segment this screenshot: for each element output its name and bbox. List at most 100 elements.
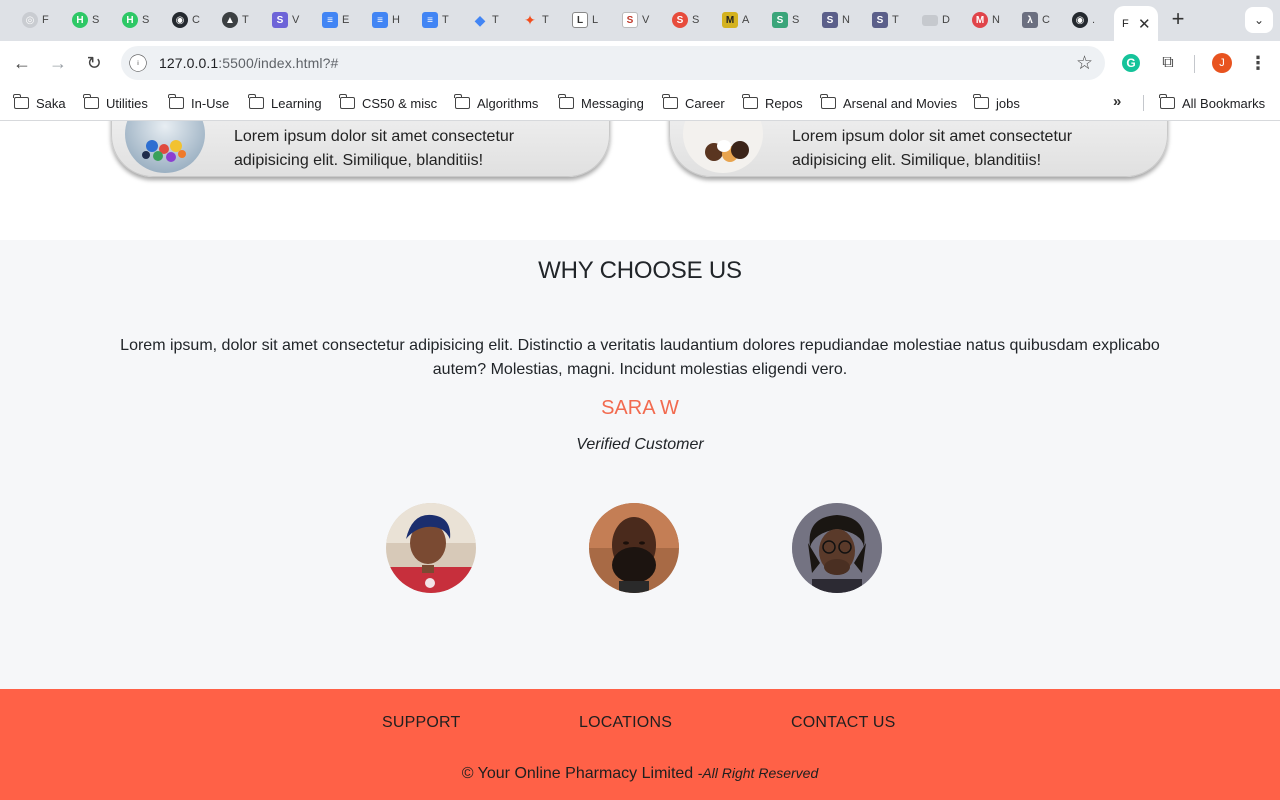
bookmark-folder[interactable]: jobs — [973, 94, 1020, 112]
m-icon: M — [722, 12, 738, 28]
browser-tab[interactable]: ≡ T — [410, 8, 452, 32]
browser-tab[interactable]: ◉ . — [1060, 8, 1102, 32]
bookmark-folder[interactable]: Messaging — [558, 94, 644, 112]
lambda-icon: λ — [1022, 12, 1038, 28]
bookmarks-bar: Saka Utilities In-Use Learning CS50 & mi… — [0, 85, 1280, 121]
extensions-puzzle-icon[interactable]: ⧉ — [1157, 52, 1179, 74]
bookmark-folder[interactable]: Algorithms — [454, 94, 538, 112]
bookmark-folder[interactable]: Arsenal and Movies — [820, 94, 957, 112]
bookmark-folder[interactable]: Saka — [13, 94, 66, 112]
folder-icon — [558, 94, 574, 109]
browser-tab[interactable]: S S — [760, 8, 802, 32]
customer-name: SARA W — [601, 397, 679, 419]
browser-tab[interactable]: H S — [110, 8, 152, 32]
browser-tab[interactable]: ◎ F — [10, 8, 52, 32]
footer-link-locations[interactable]: LOCATIONS — [579, 714, 672, 732]
browser-tab[interactable]: M A — [710, 8, 752, 32]
all-bookmarks-button[interactable]: All Bookmarks — [1159, 94, 1265, 112]
hackerrank-icon: H — [72, 12, 88, 28]
browser-tab[interactable]: λ C — [1010, 8, 1052, 32]
tab-title: S — [692, 14, 700, 26]
browser-tab[interactable]: D — [910, 8, 952, 32]
url-text[interactable]: 127.0.0.1:5500/index.html?# — [159, 55, 338, 71]
tab-title: F — [42, 14, 49, 26]
s-icon: S — [822, 12, 838, 28]
tab-title: L — [592, 14, 599, 26]
bookmark-folder[interactable]: Utilities — [83, 94, 148, 112]
github-icon: ◉ — [172, 12, 188, 28]
bookmark-folder[interactable]: Learning — [248, 94, 322, 112]
bookmarks-overflow-button[interactable]: » — [1113, 93, 1121, 110]
browser-tab[interactable]: ◉ C — [160, 8, 202, 32]
address-bar[interactable]: i 127.0.0.1:5500/index.html?# ☆ — [121, 46, 1105, 80]
footer-link-contact-us[interactable]: CONTACT US — [791, 714, 896, 732]
tab-search-button[interactable]: ⌄ — [1245, 7, 1273, 33]
tab-title: T — [542, 14, 549, 26]
browser-tab[interactable]: L L — [560, 8, 602, 32]
tab-title: S — [92, 14, 100, 26]
copyright-notice: © Your Online Pharmacy Limited -All Righ… — [0, 765, 1280, 783]
footer-link-support[interactable]: SUPPORT — [382, 714, 460, 732]
browser-tab-active[interactable]: F ✕ — [1114, 6, 1158, 41]
tab-title: N — [842, 14, 850, 26]
browser-tab[interactable]: ◆ T — [460, 8, 502, 32]
bookmark-folder[interactable]: CS50 & misc — [339, 94, 437, 112]
more-menu-icon[interactable]: ⋮ — [1247, 52, 1269, 74]
services-section: Lorem ipsum dolor sit amet consectetur a… — [0, 121, 1280, 240]
customer-avatar[interactable] — [792, 503, 882, 593]
browser-tab[interactable]: S V — [260, 8, 302, 32]
reload-button[interactable]: ↻ — [80, 49, 108, 77]
bookmark-star-icon[interactable]: ☆ — [1076, 52, 1093, 75]
url-path: :5500/index.html?# — [218, 55, 339, 71]
browser-tab[interactable]: ≡ H — [360, 8, 402, 32]
browser-tab[interactable]: M N — [960, 8, 1002, 32]
tab-strip: ◎ F H S H S ◉ C ▲ T S V ≡ E ≡ H ≡ T ◆ T … — [0, 0, 1280, 41]
folder-icon — [820, 94, 836, 109]
bookmark-folder[interactable]: Career — [662, 94, 725, 112]
bookmarks-divider — [1143, 95, 1144, 111]
tab-title: H — [392, 14, 400, 26]
arrow-right-icon: → — [49, 52, 67, 73]
browser-tab[interactable]: H S — [60, 8, 102, 32]
site-footer: SUPPORT LOCATIONS CONTACT US © Your Onli… — [0, 689, 1280, 800]
forward-button[interactable]: → — [44, 49, 72, 77]
tab-title: T — [242, 14, 249, 26]
folder-icon — [742, 94, 758, 109]
browser-tab[interactable]: ≡ E — [310, 8, 352, 32]
diamond-icon: ◆ — [474, 11, 486, 28]
customer-role: Verified Customer — [576, 436, 704, 453]
browser-tab[interactable]: S V — [610, 8, 652, 32]
browser-tab[interactable]: S T — [860, 8, 902, 32]
docs-icon: ≡ — [422, 12, 438, 28]
service-description: Lorem ipsum dolor sit amet consectetur a… — [792, 128, 1073, 169]
s-icon: S — [272, 12, 288, 28]
tab-title: S — [142, 14, 150, 26]
bookmark-folder[interactable]: In-Use — [168, 94, 229, 112]
capsules-image — [682, 121, 764, 174]
browser-tab[interactable]: S S — [660, 8, 702, 32]
tab-title: T — [492, 14, 499, 26]
testimonial-text: Lorem ipsum, dolor sit amet consectetur … — [120, 337, 1160, 378]
customer-avatar[interactable] — [589, 503, 679, 593]
folder-icon — [1159, 94, 1175, 109]
triangle-icon: ▲ — [222, 12, 238, 28]
service-description: Lorem ipsum dolor sit amet consectetur a… — [234, 128, 515, 169]
info-icon[interactable]: i — [129, 54, 147, 72]
hackerrank-icon: H — [122, 12, 138, 28]
browser-tab[interactable]: ▲ T — [210, 8, 252, 32]
folder-icon — [13, 94, 29, 109]
browser-tab[interactable]: S N — [810, 8, 852, 32]
profile-avatar[interactable]: J — [1212, 53, 1232, 73]
s-icon: S — [872, 12, 888, 28]
back-button[interactable]: ← — [8, 49, 36, 77]
browser-tab[interactable]: ✦ T — [510, 8, 552, 32]
customer-avatar[interactable] — [386, 503, 476, 593]
grammarly-extension-icon[interactable]: G — [1122, 54, 1140, 72]
s-icon: S — [672, 12, 688, 28]
service-card: Lorem ipsum dolor sit amet consectetur a… — [111, 121, 610, 177]
tab-title: V — [292, 14, 300, 26]
bookmark-folder[interactable]: Repos — [742, 94, 803, 112]
openai-icon: ◎ — [22, 12, 38, 28]
close-icon[interactable]: ✕ — [1138, 15, 1151, 33]
new-tab-button[interactable]: + — [1167, 8, 1189, 30]
